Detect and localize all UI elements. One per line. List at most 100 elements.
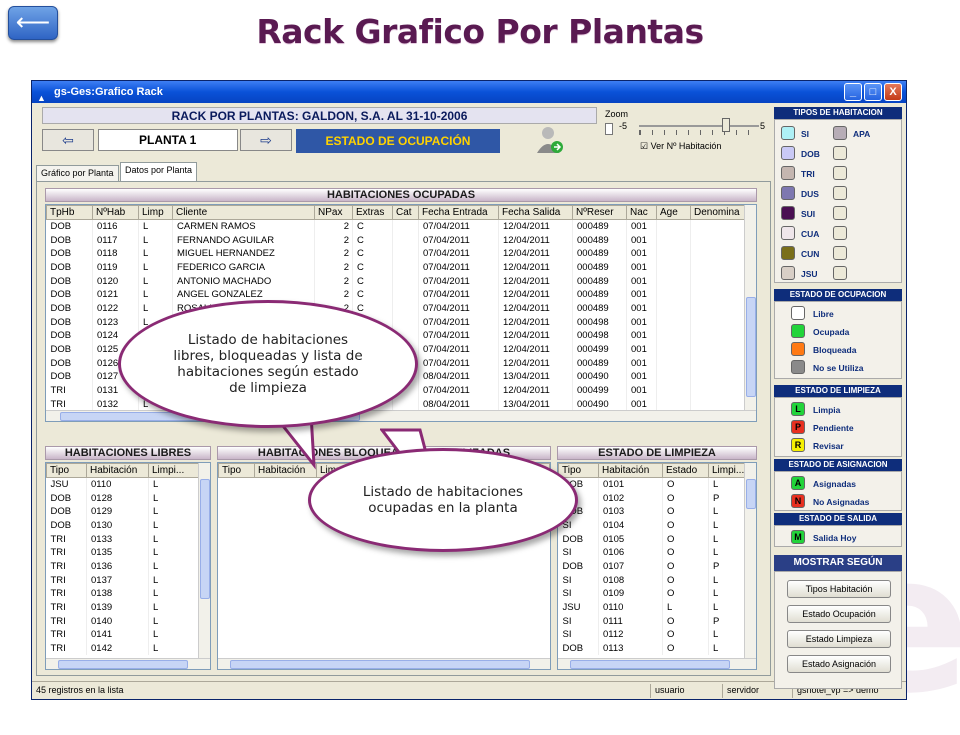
limpieza-swatch[interactable]: P [791,420,805,434]
table-row[interactable]: SI 0109 O L [558,587,756,601]
limpieza-col-header[interactable]: Habitación [598,463,663,478]
ocupadas-col-header[interactable]: Cat [392,205,419,220]
ocupadas-col-header[interactable]: Extras [352,205,393,220]
table-row[interactable]: SI0102OP [558,491,756,505]
table-row[interactable]: DOB 0107 O P [558,559,756,574]
tipo-swatch[interactable] [833,166,847,180]
limpieza-swatch[interactable]: L [791,402,805,416]
table-row[interactable]: SI 0111 O P [558,614,756,629]
callout-ocupadas: Listado de habitaciones ocupadas en la p… [308,448,578,552]
zoom-scroll[interactable] [605,123,613,135]
table-row[interactable]: TRI 0138 L [46,587,210,601]
ocupadas-col-header[interactable]: NPax [314,205,353,220]
tipo-swatch[interactable] [833,146,847,160]
tipo-swatch[interactable] [781,266,795,280]
ocupadas-col-header[interactable]: Nac [626,205,657,220]
tipo-swatch[interactable] [781,166,795,180]
table-row[interactable]: DOB 0105 O L [558,532,756,546]
limpieza-vscroll[interactable] [744,463,756,659]
table-row[interactable]: TRI 0135 L [46,545,210,560]
table-row[interactable]: DOB 0121 L ANGEL GONZALEZ 2 C 07/04/2011 12/04/… [46,287,756,302]
libres-col-header[interactable]: Habitación [86,463,149,478]
table-row[interactable]: TRI 0133 L [46,532,210,546]
table-row[interactable]: JSU 0110 L L [558,600,756,615]
ocupacion-swatch[interactable] [791,342,805,356]
table-row[interactable]: DOB 0129 L [46,504,210,519]
table-row[interactable]: SI 0112 O L [558,628,756,642]
table-row[interactable]: TRI 0142 L [46,641,210,656]
ver-numero-checkbox[interactable]: ☑ Ver Nº Habitación [640,141,721,152]
ocupadas-col-header[interactable]: Cliente [172,205,315,220]
limpieza-hscroll[interactable] [558,658,756,669]
salida-swatch[interactable]: M [791,530,805,544]
table-row[interactable]: TRI 0136 L [46,559,210,574]
limpieza-col-header[interactable]: Tipo [558,463,599,478]
asignacion-swatch[interactable]: A [791,476,805,490]
table-row[interactable]: TRI 0137 L [46,573,210,587]
mostrar-button[interactable]: Estado Asignación [787,655,891,673]
maximize-button[interactable]: □ [864,83,882,101]
tab-grafico-por-planta[interactable]: Gráfico por Planta [36,165,119,182]
ocupadas-col-header[interactable]: NºReser [572,205,627,220]
prev-floor-button[interactable]: ⇦ [42,129,94,151]
ocupadas-hscroll[interactable] [46,410,756,421]
ocupacion-swatch[interactable] [791,306,805,320]
minimize-button[interactable]: _ [844,83,862,101]
table-row[interactable]: TRI 0141 L [46,628,210,642]
table-row[interactable]: SI 0106 O L [558,545,756,560]
table-row[interactable]: SI 0104 O L [558,518,756,533]
bloqueadas-hscroll[interactable] [218,658,550,669]
asignacion-swatch[interactable]: N [791,494,805,508]
zoom-slider[interactable] [722,118,730,132]
tipo-swatch[interactable] [781,226,795,240]
tipo-swatch[interactable] [781,126,795,140]
ocupadas-col-header[interactable]: NºHab [92,205,139,220]
ocupacion-swatch[interactable] [791,324,805,338]
libres-vscroll[interactable] [198,463,210,659]
next-floor-button[interactable]: ⇨ [240,129,292,151]
ocupadas-col-header[interactable]: Fecha Entrada [418,205,499,220]
tipo-swatch[interactable] [781,246,795,260]
ocupadas-col-header[interactable]: TpHb [46,205,93,220]
libres-hscroll[interactable] [46,658,210,669]
table-row[interactable]: SI 0108 O L [558,573,756,587]
table-row[interactable]: DOB 0118 L MIGUEL HERNANDEZ 2 C 07/04/2011 12/0… [46,246,756,261]
tipo-swatch[interactable] [781,146,795,160]
tipo-swatch[interactable] [833,246,847,260]
ocupadas-col-header[interactable]: Fecha Salida [498,205,573,220]
tipo-swatch[interactable] [833,126,847,140]
mostrar-button[interactable]: Tipos Habitación [787,580,891,598]
tipo-swatch[interactable] [781,206,795,220]
table-row[interactable]: DOB 0117 L FERNANDO AGUILAR 2 C 07/04/2011 12/0… [46,233,756,247]
table-row[interactable]: DOB 0120 L ANTONIO MACHADO 2 C 07/04/2011 12/04… [46,274,756,288]
table-row[interactable]: DOB 0116 L CARMEN RAMOS 2 C 07/04/2011 12/04/20… [46,219,756,234]
limpieza-legend-header: ESTADO DE LIMPIEZA [774,385,902,397]
ocupacion-swatch[interactable] [791,360,805,374]
tipo-swatch[interactable] [833,226,847,240]
limpieza-swatch[interactable]: R [791,438,805,452]
table-row[interactable]: DOB 0119 L FEDERICO GARCIA 2 C 07/04/2011 12/04… [46,260,756,275]
mostrar-button[interactable]: Estado Ocupación [787,605,891,623]
table-row[interactable]: TRI 0139 L [46,600,210,615]
tab-datos-por-planta[interactable]: Datos por Planta [120,162,198,183]
mostrar-button[interactable]: Estado Limpieza [787,630,891,648]
tipo-swatch[interactable] [833,266,847,280]
tipo-swatch[interactable] [833,186,847,200]
tipo-swatch[interactable] [781,186,795,200]
libres-col-header[interactable]: Tipo [46,463,87,478]
table-row[interactable]: DOB 0128 L [46,491,210,505]
table-row[interactable]: DOB 0130 L [46,518,210,533]
table-row[interactable]: DOB0103OL [558,504,756,519]
table-row[interactable]: TRI 0140 L [46,614,210,629]
table-row[interactable]: DOB0122LROSALIA DE CASTRO2C07/04/201112/… [46,301,756,316]
tipo-swatch[interactable] [833,206,847,220]
close-button[interactable]: X [884,83,902,101]
ocupadas-col-header[interactable]: Limp [138,205,173,220]
user-refresh-icon[interactable] [535,125,565,155]
table-row[interactable]: DOB 0113 O L [558,641,756,656]
table-row[interactable]: JSU 0110 L [46,477,210,492]
ocupadas-vscroll[interactable] [744,205,756,411]
ocupadas-col-header[interactable]: Age [656,205,691,220]
table-row[interactable]: DOB 0101 O L [558,477,756,492]
limpieza-col-header[interactable]: Estado [662,463,709,478]
